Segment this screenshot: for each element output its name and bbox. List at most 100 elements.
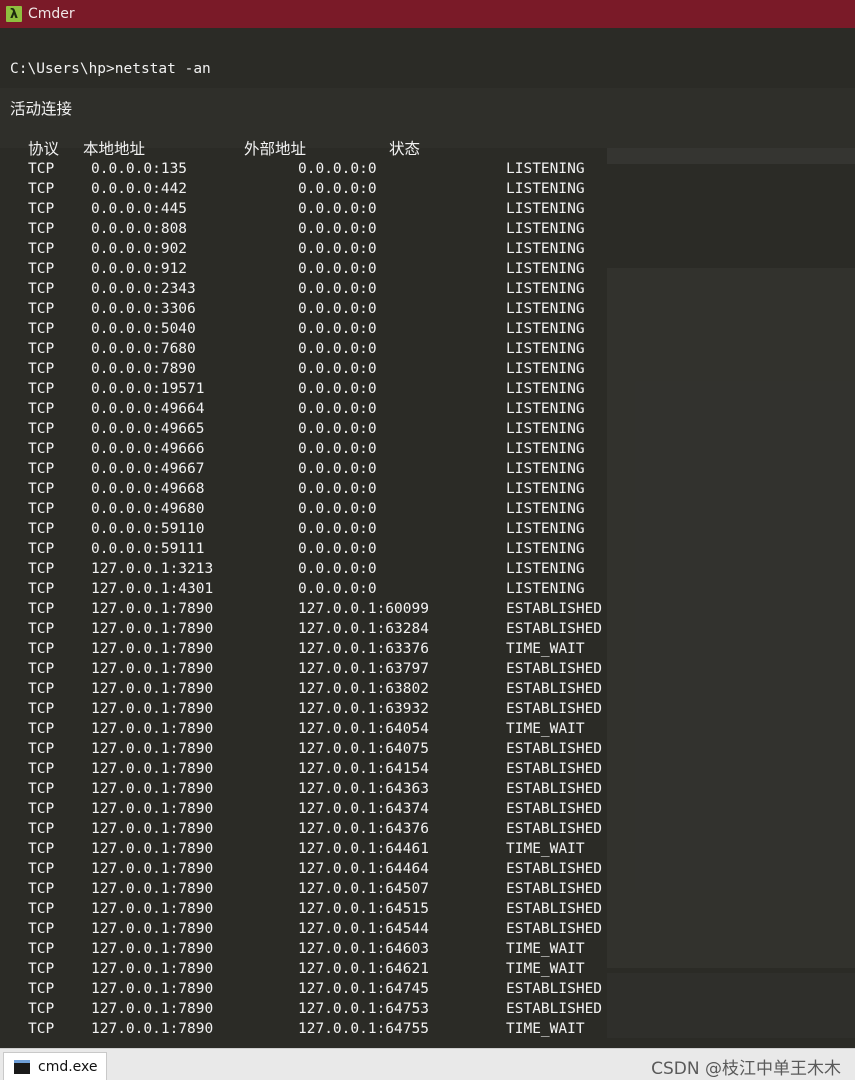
cell-state: ESTABLISHED bbox=[506, 661, 603, 677]
cell-local: 127.0.0.1:7890 bbox=[91, 681, 214, 697]
cell-proto: TCP bbox=[28, 961, 55, 977]
cell-state: ESTABLISHED bbox=[506, 781, 603, 797]
cell-proto: TCP bbox=[28, 461, 55, 477]
cell-local: 127.0.0.1:7890 bbox=[91, 841, 214, 857]
cell-foreign: 0.0.0.0:0 bbox=[298, 201, 377, 217]
cell-foreign: 0.0.0.0:0 bbox=[298, 541, 377, 557]
cell-proto: TCP bbox=[28, 841, 55, 857]
cell-local: 0.0.0.0:5040 bbox=[91, 321, 196, 337]
cell-proto: TCP bbox=[28, 421, 55, 437]
cell-foreign: 0.0.0.0:0 bbox=[298, 181, 377, 197]
cell-local: 127.0.0.1:7890 bbox=[91, 741, 214, 757]
cell-proto: TCP bbox=[28, 941, 55, 957]
cell-proto: TCP bbox=[28, 781, 55, 797]
cell-foreign: 0.0.0.0:0 bbox=[298, 461, 377, 477]
cell-state: ESTABLISHED bbox=[506, 1001, 603, 1017]
cell-local: 127.0.0.1:7890 bbox=[91, 801, 214, 817]
cell-local: 0.0.0.0:49665 bbox=[91, 421, 205, 437]
cell-state: LISTENING bbox=[506, 261, 585, 277]
cell-local: 127.0.0.1:7890 bbox=[91, 701, 214, 717]
cell-local: 127.0.0.1:7890 bbox=[91, 621, 214, 637]
cell-foreign: 127.0.0.1:64753 bbox=[298, 1001, 429, 1017]
cell-local: 0.0.0.0:7890 bbox=[91, 361, 196, 377]
header-local: 本地地址 bbox=[83, 140, 146, 158]
cell-foreign: 0.0.0.0:0 bbox=[298, 561, 377, 577]
cell-foreign: 127.0.0.1:64515 bbox=[298, 901, 429, 917]
cell-local: 0.0.0.0:49666 bbox=[91, 441, 205, 457]
cell-local: 127.0.0.1:7890 bbox=[91, 901, 214, 917]
cell-foreign: 0.0.0.0:0 bbox=[298, 301, 377, 317]
cell-state: TIME_WAIT bbox=[506, 641, 585, 657]
cell-foreign: 0.0.0.0:0 bbox=[298, 441, 377, 457]
header-foreign: 外部地址 bbox=[244, 140, 307, 158]
cell-local: 0.0.0.0:59110 bbox=[91, 521, 205, 537]
cell-proto: TCP bbox=[28, 221, 55, 237]
cell-local: 127.0.0.1:7890 bbox=[91, 641, 214, 657]
cell-foreign: 0.0.0.0:0 bbox=[298, 221, 377, 237]
cell-foreign: 127.0.0.1:64621 bbox=[298, 961, 429, 977]
cell-proto: TCP bbox=[28, 541, 55, 557]
cell-foreign: 127.0.0.1:64507 bbox=[298, 881, 429, 897]
tab-cmd[interactable]: cmd.exe bbox=[3, 1052, 107, 1080]
cell-state: ESTABLISHED bbox=[506, 601, 603, 617]
cell-foreign: 0.0.0.0:0 bbox=[298, 421, 377, 437]
cell-proto: TCP bbox=[28, 321, 55, 337]
cell-local: 127.0.0.1:7890 bbox=[91, 941, 214, 957]
cmder-window: λ Cmder C:\Users\hp>netstat -an 活动连接 协议 … bbox=[0, 0, 855, 1080]
cell-proto: TCP bbox=[28, 241, 55, 257]
cell-foreign: 0.0.0.0:0 bbox=[298, 321, 377, 337]
cell-state: LISTENING bbox=[506, 581, 585, 597]
cell-state: LISTENING bbox=[506, 521, 585, 537]
cell-local: 0.0.0.0:49668 bbox=[91, 481, 205, 497]
terminal-output[interactable]: C:\Users\hp>netstat -an 活动连接 协议 本地地址 外部地… bbox=[0, 28, 855, 1048]
cell-foreign: 0.0.0.0:0 bbox=[298, 401, 377, 417]
cell-proto: TCP bbox=[28, 641, 55, 657]
cell-state: LISTENING bbox=[506, 181, 585, 197]
cell-state: LISTENING bbox=[506, 541, 585, 557]
cell-foreign: 127.0.0.1:64154 bbox=[298, 761, 429, 777]
cell-foreign: 127.0.0.1:64075 bbox=[298, 741, 429, 757]
cell-state: ESTABLISHED bbox=[506, 921, 603, 937]
cell-local: 127.0.0.1:7890 bbox=[91, 881, 214, 897]
cell-foreign: 127.0.0.1:64461 bbox=[298, 841, 429, 857]
cell-local: 127.0.0.1:7890 bbox=[91, 981, 214, 997]
section-title: 活动连接 bbox=[10, 100, 73, 118]
command-line: C:\Users\hp>netstat -an bbox=[10, 61, 211, 77]
cell-proto: TCP bbox=[28, 761, 55, 777]
cell-local: 0.0.0.0:49667 bbox=[91, 461, 205, 477]
cell-proto: TCP bbox=[28, 881, 55, 897]
cell-state: LISTENING bbox=[506, 281, 585, 297]
cell-local: 0.0.0.0:49680 bbox=[91, 501, 205, 517]
cell-foreign: 127.0.0.1:64374 bbox=[298, 801, 429, 817]
cell-local: 127.0.0.1:7890 bbox=[91, 601, 214, 617]
cell-proto: TCP bbox=[28, 701, 55, 717]
cell-foreign: 127.0.0.1:63932 bbox=[298, 701, 429, 717]
cell-state: LISTENING bbox=[506, 401, 585, 417]
header-proto: 协议 bbox=[28, 140, 60, 158]
cell-foreign: 127.0.0.1:64464 bbox=[298, 861, 429, 877]
cell-local: 0.0.0.0:912 bbox=[91, 261, 188, 277]
cell-foreign: 127.0.0.1:64376 bbox=[298, 821, 429, 837]
cell-state: ESTABLISHED bbox=[506, 901, 603, 917]
cell-foreign: 0.0.0.0:0 bbox=[298, 481, 377, 497]
cell-proto: TCP bbox=[28, 801, 55, 817]
cell-state: ESTABLISHED bbox=[506, 981, 603, 997]
cell-proto: TCP bbox=[28, 401, 55, 417]
cell-local: 127.0.0.1:7890 bbox=[91, 721, 214, 737]
cell-proto: TCP bbox=[28, 181, 55, 197]
cell-state: ESTABLISHED bbox=[506, 761, 603, 777]
cell-local: 0.0.0.0:808 bbox=[91, 221, 188, 237]
cell-local: 0.0.0.0:442 bbox=[91, 181, 188, 197]
title-bar[interactable]: λ Cmder bbox=[0, 0, 855, 28]
cell-state: LISTENING bbox=[506, 381, 585, 397]
cell-local: 127.0.0.1:3213 bbox=[91, 561, 214, 577]
lambda-icon: λ bbox=[6, 6, 22, 22]
cell-proto: TCP bbox=[28, 361, 55, 377]
cell-proto: TCP bbox=[28, 201, 55, 217]
cell-local: 127.0.0.1:7890 bbox=[91, 661, 214, 677]
cell-state: LISTENING bbox=[506, 161, 585, 177]
cell-local: 0.0.0.0:59111 bbox=[91, 541, 205, 557]
cell-state: LISTENING bbox=[506, 341, 585, 357]
cell-foreign: 127.0.0.1:63376 bbox=[298, 641, 429, 657]
cell-proto: TCP bbox=[28, 561, 55, 577]
